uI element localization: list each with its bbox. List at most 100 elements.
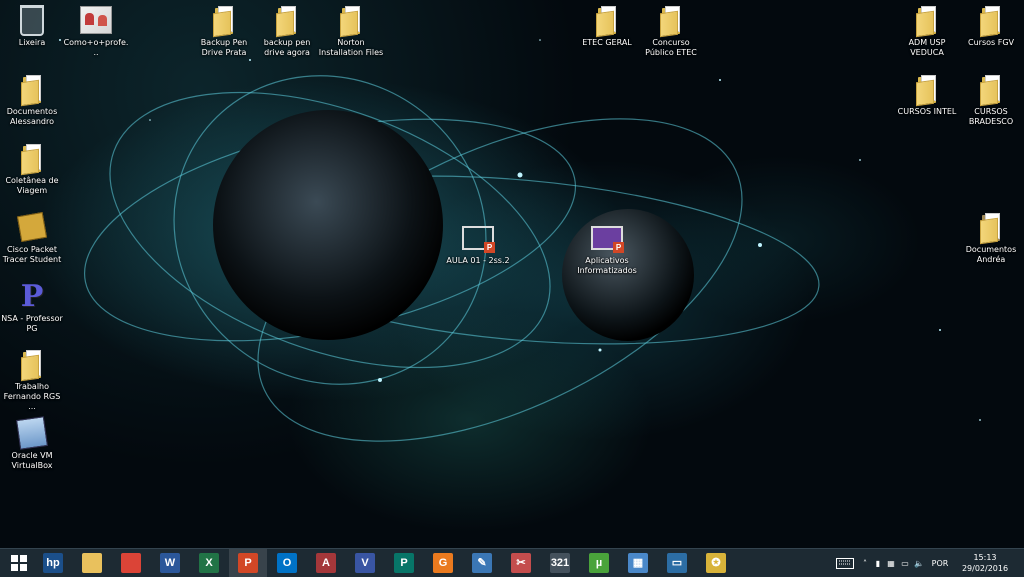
- clock[interactable]: 15:13 29/02/2016: [958, 552, 1012, 574]
- desktop-icon-label: Trabalho Fernando RGS ...: [3, 382, 61, 411]
- desktop-icon-virtualbox[interactable]: Oracle VM VirtualBox: [0, 416, 65, 471]
- excel-icon: X: [199, 553, 219, 573]
- taskbar-app-visio[interactable]: V: [346, 549, 384, 577]
- desktop-icon-etec-geral[interactable]: ETEC GERAL: [574, 4, 640, 48]
- desktop-icon-label: Aplicativos Informatizados: [577, 256, 637, 275]
- visio-icon: V: [355, 553, 375, 573]
- taskbar-app-outlook[interactable]: O: [268, 549, 306, 577]
- word-icon: W: [160, 553, 180, 573]
- taskbar-app-powerpoint[interactable]: P: [229, 549, 267, 577]
- desktop-icon-documentos-andrea[interactable]: Documentos Andréa: [958, 211, 1024, 265]
- folder-icon: [21, 144, 43, 176]
- taskbar-app-monitor[interactable]: ▭: [658, 549, 696, 577]
- utorrent-icon: µ: [589, 553, 609, 573]
- windows-flag-icon[interactable]: ▦: [884, 549, 898, 577]
- taskbar-app-publisher[interactable]: P: [385, 549, 423, 577]
- desktop-icon-label: Documentos Andréa: [965, 245, 1017, 264]
- outlook-icon: O: [277, 553, 297, 573]
- taskbar-app-calendar-321[interactable]: 321: [541, 549, 579, 577]
- desktop-icon-cisco[interactable]: Cisco Packet Tracer Student: [0, 211, 65, 265]
- folder-icon: [916, 75, 938, 107]
- taskbar-app-hp[interactable]: hp: [34, 549, 72, 577]
- desktop-icon-backup-prata[interactable]: Backup Pen Drive Prata: [191, 4, 257, 58]
- wallpaper-art: [59, 39, 981, 442]
- access-icon: A: [316, 553, 336, 573]
- desktop-icon-documentos-alessandro[interactable]: Documentos Alessandro: [0, 73, 65, 127]
- desktop-icon-cursos-fgv[interactable]: Cursos FGV: [958, 4, 1024, 48]
- desktop-icon-label: Coletânea de Viagem: [5, 176, 59, 195]
- taskbar-app-excel[interactable]: X: [190, 549, 228, 577]
- taskbar: hp W X P O A V P G ✎ ✂ 321 µ ▦ ▭ ✪ ˄ ▮ ▦ ▭ 🔈 POR 15:13 …: [0, 548, 1024, 577]
- desktop-icon-label: Como+o+profe...: [63, 38, 129, 57]
- desktop-icon-label: CURSOS BRADESCO: [968, 107, 1014, 126]
- calculator-icon: ▦: [628, 553, 648, 573]
- show-hidden-icons-chevron-icon[interactable]: ˄: [860, 549, 870, 577]
- taskbar-app-dictionary-tool[interactable]: ✪: [697, 549, 735, 577]
- desktop-icon-backup-agora[interactable]: backup pen drive agora: [254, 4, 320, 58]
- publisher-icon: P: [394, 553, 414, 573]
- volume-icon[interactable]: 🔈: [912, 549, 926, 577]
- desktop-icon-coletanea[interactable]: Coletânea de Viagem: [0, 142, 65, 196]
- desktop-icon-label: Concurso Público ETEC: [645, 38, 697, 57]
- desktop-icon-label: Lixeira: [18, 38, 46, 47]
- desktop-icon-label: Documentos Alessandro: [6, 107, 58, 126]
- taskbar-app-word[interactable]: W: [151, 549, 189, 577]
- calendar-321-icon: 321: [550, 553, 570, 573]
- folder-icon: [916, 6, 938, 38]
- folder-icon: [980, 6, 1002, 38]
- folder-icon: [21, 350, 43, 382]
- network-icon[interactable]: ▭: [898, 549, 912, 577]
- desktop-icon-label: NSA - Professor PG: [1, 314, 63, 333]
- taskbar-app-access[interactable]: A: [307, 549, 345, 577]
- battery-icon[interactable]: ▮: [872, 549, 884, 577]
- file-explorer-icon: [82, 553, 102, 573]
- dictionary-tool-icon: ✪: [706, 553, 726, 573]
- taskbar-app-snipping-tool[interactable]: ✂: [502, 549, 540, 577]
- desktop-wallpaper: [0, 0, 1024, 548]
- desktop-icon-aula01[interactable]: P AULA 01 - 2ss.2: [445, 222, 511, 266]
- desktop-icon-nsa[interactable]: P NSA - Professor PG: [0, 278, 65, 334]
- taskbar-app-office-orange[interactable]: G: [424, 549, 462, 577]
- taskbar-app-utorrent[interactable]: µ: [580, 549, 618, 577]
- office-orange-icon: G: [433, 553, 453, 573]
- desktop-icon-label: Backup Pen Drive Prata: [200, 38, 248, 57]
- desktop-icon-cursos-intel[interactable]: CURSOS INTEL: [894, 73, 960, 117]
- powerpoint-file-icon: P: [591, 226, 624, 253]
- folder-icon: [21, 75, 43, 107]
- powerpoint-file-icon: P: [462, 226, 495, 253]
- nsa-p-icon: P: [20, 278, 44, 314]
- desktop-icon-label: Oracle VM VirtualBox: [11, 451, 53, 470]
- powerpoint-icon: P: [238, 553, 258, 573]
- desktop-icon-label: CURSOS INTEL: [897, 107, 957, 116]
- desktop-icon-label: AULA 01 - 2ss.2: [446, 256, 510, 265]
- desktop-icon-trabalho[interactable]: Trabalho Fernando RGS ...: [0, 348, 65, 412]
- clock-time: 15:13: [973, 553, 997, 562]
- desktop-icon-label: backup pen drive agora: [263, 38, 311, 57]
- taskbar-app-paint-tool[interactable]: ✎: [463, 549, 501, 577]
- desktop-icon-como[interactable]: Como+o+profe...: [63, 4, 129, 58]
- folder-icon: [276, 6, 298, 38]
- recycle-bin-icon: [20, 4, 44, 36]
- folder-icon: [213, 6, 235, 38]
- desktop-icon-norton[interactable]: Norton Installation Files: [318, 4, 384, 58]
- desktop-icon-label: Cursos FGV: [968, 38, 1014, 47]
- desktop-icon-aplicativos[interactable]: P Aplicativos Informatizados: [574, 222, 640, 276]
- monitor-icon: ▭: [667, 553, 687, 573]
- desktop-icon-lixeira[interactable]: Lixeira: [0, 4, 65, 48]
- windows-logo-icon: [11, 555, 27, 571]
- folder-shortcut-icon: [340, 6, 362, 38]
- desktop-icon-label: Norton Installation Files: [318, 38, 384, 57]
- taskbar-app-chrome[interactable]: [112, 549, 150, 577]
- desktop-icon-adm-usp[interactable]: ADM USP VEDUCA: [894, 4, 960, 58]
- chrome-icon: [121, 553, 141, 573]
- taskbar-app-file-explorer[interactable]: [73, 549, 111, 577]
- taskbar-app-calculator[interactable]: ▦: [619, 549, 657, 577]
- snipping-tool-icon: ✂: [511, 553, 531, 573]
- keyboard-icon[interactable]: [834, 549, 856, 577]
- image-file-icon: [80, 6, 112, 34]
- desktop-icon-label: ETEC GERAL: [582, 38, 632, 47]
- start-button[interactable]: [0, 549, 38, 577]
- desktop-icon-cursos-bradesco[interactable]: CURSOS BRADESCO: [958, 73, 1024, 127]
- language-indicator[interactable]: POR: [928, 549, 952, 577]
- desktop-icon-concurso[interactable]: Concurso Público ETEC: [638, 4, 704, 58]
